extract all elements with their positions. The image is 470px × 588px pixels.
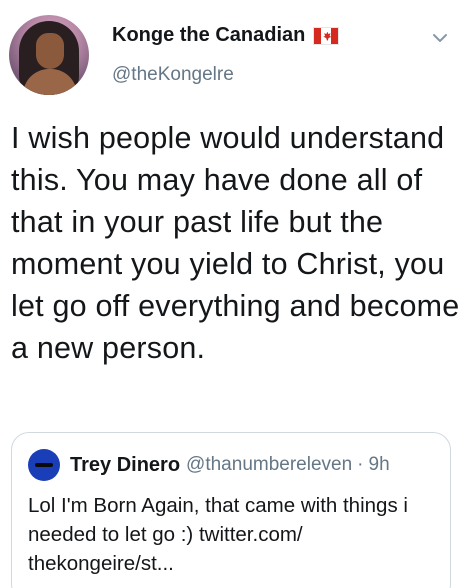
quoted-author-avatar bbox=[28, 449, 60, 481]
quoted-timestamp: 9h bbox=[368, 454, 390, 475]
quoted-author-name: Trey Dinero bbox=[70, 453, 181, 476]
canada-flag-icon bbox=[313, 26, 340, 45]
quoted-tweet-text: Lol I'm Born Again, that came with thing… bbox=[28, 494, 408, 575]
author-name[interactable]: Konge the Canadian bbox=[112, 24, 305, 47]
author-handle[interactable]: @theKongelre bbox=[112, 64, 234, 86]
quoted-tweet-card[interactable]: Trey Dinero @thanumbereleven · 9h Lol I'… bbox=[11, 432, 451, 588]
author-avatar[interactable] bbox=[9, 15, 89, 95]
chevron-down-icon[interactable] bbox=[430, 28, 450, 48]
avatar-face bbox=[36, 33, 64, 69]
quoted-author-handle: @thanumbereleven bbox=[186, 454, 353, 475]
quoted-tweet-header: Trey Dinero @thanumbereleven · 9h bbox=[28, 449, 390, 481]
quoted-separator: · bbox=[357, 454, 364, 475]
tweet: Konge the Canadian @theKongelre I wish p… bbox=[0, 0, 470, 588]
tweet-text: I wish people would understand this. You… bbox=[11, 121, 460, 365]
author-name-row[interactable]: Konge the Canadian bbox=[112, 24, 340, 47]
